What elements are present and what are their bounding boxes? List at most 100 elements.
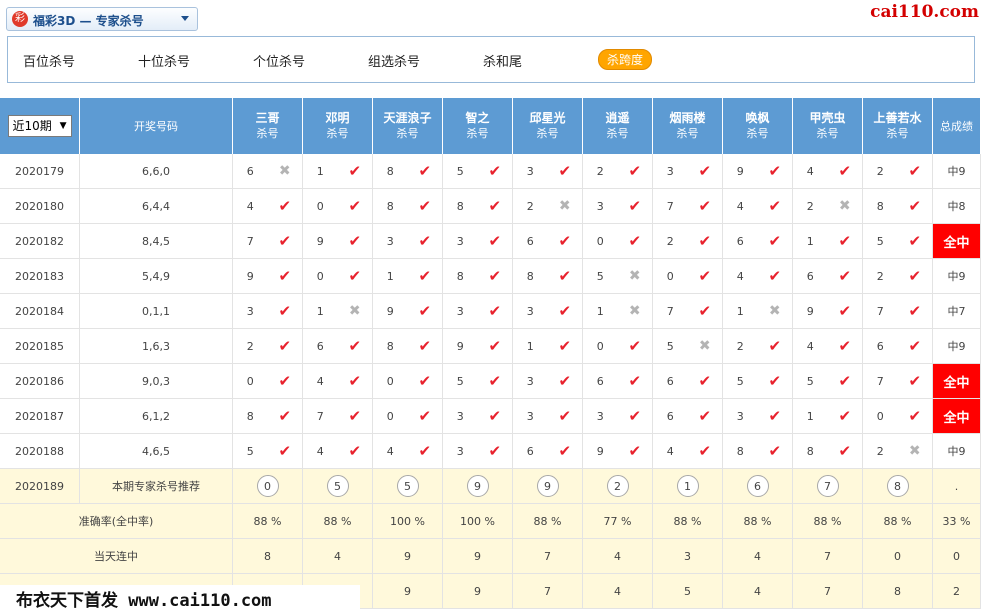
expert-header[interactable]: 甲壳虫 杀号 bbox=[793, 98, 863, 154]
kill-number: 9 bbox=[246, 269, 254, 283]
issue-number: 2020180 bbox=[0, 189, 80, 224]
kill-number: 9 bbox=[736, 164, 744, 178]
expert-pick-cell: 7 ✔ bbox=[233, 224, 303, 259]
expert-header[interactable]: 天涯浪子 杀号 bbox=[373, 98, 443, 154]
expert-pick-cell: 5 ✖ bbox=[653, 329, 723, 364]
check-icon: ✔ bbox=[278, 302, 292, 320]
expert-header[interactable]: 三哥 杀号 bbox=[233, 98, 303, 154]
kill-number: 7 bbox=[666, 199, 674, 213]
expert-pick-cell: 9 ✔ bbox=[723, 154, 793, 189]
kill-number: 3 bbox=[456, 234, 464, 248]
expert-header[interactable]: 邱星光 杀号 bbox=[513, 98, 583, 154]
kill-number: 0 bbox=[876, 409, 884, 423]
expert-header[interactable]: 智之 杀号 bbox=[443, 98, 513, 154]
kill-number: 8 bbox=[386, 164, 394, 178]
expert-pick-cell: 8 ✔ bbox=[723, 434, 793, 469]
expert-sub-label: 杀号 bbox=[466, 127, 489, 140]
streak-value: 9 bbox=[443, 539, 513, 574]
check-icon: ✔ bbox=[628, 372, 642, 390]
expert-pick-cell: 7 ✔ bbox=[653, 294, 723, 329]
streak-value: 8 bbox=[233, 539, 303, 574]
expert-pick-cell: 6 ✔ bbox=[513, 434, 583, 469]
expert-pick-cell: 3 ✔ bbox=[513, 154, 583, 189]
expert-pick-cell: 6 ✖ bbox=[233, 154, 303, 189]
issue-number: 2020183 bbox=[0, 259, 80, 294]
kill-number: 8 bbox=[736, 444, 744, 458]
expert-pick-cell: 0 ✔ bbox=[373, 399, 443, 434]
check-icon: ✔ bbox=[838, 267, 852, 285]
kill-number: 0 bbox=[596, 339, 604, 353]
tab-units-kill[interactable]: 个位杀号 bbox=[253, 51, 305, 70]
check-icon: ✔ bbox=[348, 267, 362, 285]
cross-icon: ✖ bbox=[908, 443, 921, 459]
expert-header[interactable]: 邓明 杀号 bbox=[303, 98, 373, 154]
period-select[interactable]: 近10期 ▼ bbox=[7, 115, 72, 137]
kill-number: 9 bbox=[806, 304, 814, 318]
expert-sub-label: 杀号 bbox=[256, 127, 279, 140]
accuracy-label: 准确率(全中率) bbox=[0, 504, 233, 539]
kill-number: 5 bbox=[666, 339, 674, 353]
check-icon: ✔ bbox=[418, 337, 432, 355]
streak-value: 9 bbox=[373, 539, 443, 574]
kill-number: 3 bbox=[386, 234, 394, 248]
tab-sum-tail-kill[interactable]: 杀和尾 bbox=[483, 51, 522, 70]
expert-pick-cell: 3 ✔ bbox=[513, 399, 583, 434]
expert-pick-cell: 1 ✔ bbox=[373, 259, 443, 294]
expert-pick-cell: 5 ✖ bbox=[583, 259, 653, 294]
expert-pick-cell: 7 ✔ bbox=[863, 364, 933, 399]
kill-number: 2 bbox=[876, 269, 884, 283]
tab-span-kill[interactable]: 杀跨度 bbox=[598, 49, 653, 70]
check-icon: ✔ bbox=[558, 302, 572, 320]
expert-pick-cell: 3 ✔ bbox=[653, 154, 723, 189]
expert-header[interactable]: 逍遥 杀号 bbox=[583, 98, 653, 154]
kill-number: 3 bbox=[666, 164, 674, 178]
recommend-label: 本期专家杀号推荐 bbox=[80, 469, 233, 504]
lottery-logo-icon: 彩 bbox=[12, 11, 28, 27]
expert-header[interactable]: 烟雨楼 杀号 bbox=[653, 98, 723, 154]
lottery-game-select[interactable]: 彩 福彩3D — 专家杀号 bbox=[6, 7, 198, 31]
tab-tens-kill[interactable]: 十位杀号 bbox=[138, 51, 190, 70]
kill-number: 4 bbox=[316, 444, 324, 458]
kill-number: 6 bbox=[806, 269, 814, 283]
check-icon: ✔ bbox=[278, 442, 292, 460]
recommend-cell: 5 bbox=[303, 469, 373, 504]
check-icon: ✔ bbox=[628, 162, 642, 180]
expert-header[interactable]: 上善若水 杀号 bbox=[863, 98, 933, 154]
check-icon: ✔ bbox=[418, 197, 432, 215]
max_streak-value: 8 bbox=[863, 574, 933, 609]
expert-pick-cell: 0 ✔ bbox=[373, 364, 443, 399]
tab-group-kill[interactable]: 组选杀号 bbox=[368, 51, 420, 70]
kill-number: 6 bbox=[876, 339, 884, 353]
recommend-number: 7 bbox=[816, 475, 839, 497]
check-icon: ✔ bbox=[558, 372, 572, 390]
kill-number: 3 bbox=[596, 199, 604, 213]
kill-number: 7 bbox=[666, 304, 674, 318]
recommend-cell: 9 bbox=[443, 469, 513, 504]
expert-name: 甲壳虫 bbox=[809, 111, 846, 125]
expert-sub-label: 杀号 bbox=[606, 127, 629, 140]
expert-header[interactable]: 唤枫 杀号 bbox=[723, 98, 793, 154]
recommend-number: 5 bbox=[326, 475, 349, 497]
check-icon: ✔ bbox=[698, 232, 712, 250]
kill-number: 8 bbox=[806, 444, 814, 458]
draw-number: 1,6,3 bbox=[80, 329, 233, 364]
expert-pick-cell: 5 ✔ bbox=[443, 154, 513, 189]
kill-number: 9 bbox=[316, 234, 324, 248]
score-value: 全中 bbox=[933, 399, 981, 434]
kill-number: 6 bbox=[246, 164, 254, 178]
kill-number: 3 bbox=[456, 444, 464, 458]
recommend-number: 8 bbox=[886, 475, 909, 497]
expert-pick-cell: 5 ✔ bbox=[863, 224, 933, 259]
check-icon: ✔ bbox=[488, 407, 502, 425]
accuracy-score: 33 % bbox=[933, 504, 981, 539]
max_streak-value: 7 bbox=[793, 574, 863, 609]
expert-name: 唤枫 bbox=[745, 111, 770, 125]
expert-sub-label: 杀号 bbox=[536, 127, 559, 140]
check-icon: ✔ bbox=[628, 442, 642, 460]
score-value: 中9 bbox=[933, 434, 981, 469]
accuracy-value: 88 % bbox=[863, 504, 933, 539]
check-icon: ✔ bbox=[418, 407, 432, 425]
streak-value: 3 bbox=[653, 539, 723, 574]
kill-number: 8 bbox=[456, 199, 464, 213]
tab-hundreds-kill[interactable]: 百位杀号 bbox=[23, 51, 75, 70]
